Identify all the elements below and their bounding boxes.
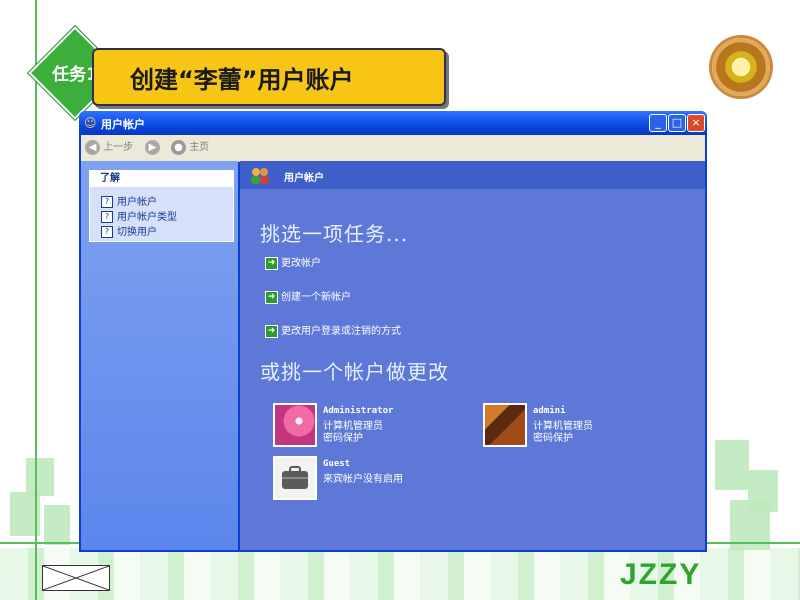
brand-logo: JZZY <box>620 558 702 591</box>
link-label: 切换用户 <box>117 227 157 238</box>
link-user-accounts[interactable]: ? 用户帐户 <box>101 193 157 208</box>
deco-square <box>44 505 70 545</box>
help-icon: ? <box>101 211 113 223</box>
task-change-logon[interactable]: ➜ 更改用户登录或注销的方式 <box>265 322 401 338</box>
task-label: 更改帐户 <box>281 258 321 269</box>
back-label: 上一步 <box>103 142 134 153</box>
forward-icon: ▶ <box>145 139 160 155</box>
learn-heading: 了解 <box>90 171 233 187</box>
link-account-types[interactable]: ? 用户帐户类型 <box>101 208 177 223</box>
account-guest[interactable]: Guest 来宾帐户没有启用 <box>273 456 443 500</box>
right-pane: 用户帐户 挑选一项任务... ➜ 更改帐户 ➜ 创建一个新帐户 ➜ 更改用户登录或注销… <box>240 161 705 550</box>
link-switch-user[interactable]: ? 切换用户 <box>101 223 157 238</box>
home-icon: ● <box>171 139 186 155</box>
chess-avatar-icon <box>483 403 527 447</box>
close-box <box>42 565 110 591</box>
medal-icon <box>712 38 770 96</box>
pane-header: 用户帐户 <box>240 161 705 189</box>
home-label: 主页 <box>189 142 210 153</box>
account-type: 来宾帐户没有启用 <box>323 474 403 485</box>
account-status: 密码保护 <box>323 433 363 444</box>
link-label: 用户帐户 <box>117 197 157 208</box>
pick-account-heading: 或挑一个帐户做更改 <box>260 360 449 384</box>
deco-square <box>715 440 749 490</box>
deco-square <box>26 458 54 496</box>
window-titlebar[interactable]: ☺ 用户帐户 _ □ × <box>79 111 707 135</box>
link-label: 用户帐户类型 <box>117 212 177 223</box>
account-administrator[interactable]: Administrator 计算机管理员 密码保护 <box>273 403 433 447</box>
user-accounts-icon: ☺ <box>84 116 97 130</box>
task-label: 创建一个新帐户 <box>281 292 351 303</box>
maximize-button[interactable]: □ <box>668 114 686 132</box>
window-title: 用户帐户 <box>101 118 145 131</box>
forward-button[interactable]: ▶ <box>145 139 160 157</box>
vertical-rule <box>35 0 37 600</box>
task-label: 更改用户登录或注销的方式 <box>281 326 401 337</box>
back-icon: ◀ <box>85 139 100 155</box>
back-button[interactable]: ◀ 上一步 <box>85 139 133 157</box>
task-create-account[interactable]: ➜ 创建一个新帐户 <box>265 288 351 304</box>
minimize-button[interactable]: _ <box>649 114 667 132</box>
arrow-icon: ➜ <box>265 290 278 304</box>
account-name: Administrator <box>323 406 394 416</box>
account-admini[interactable]: admini 计算机管理员 密码保护 <box>483 403 643 447</box>
pick-task-heading: 挑选一项任务... <box>260 222 409 246</box>
learn-card: 了解 ? 用户帐户 ? 用户帐户类型 ? 切换用户 <box>89 170 234 242</box>
pane-header-title: 用户帐户 <box>284 173 324 184</box>
close-button[interactable]: × <box>687 114 705 132</box>
account-name: Guest <box>323 459 351 469</box>
toolbar: ◀ 上一步 ▶ ● 主页 <box>81 135 705 162</box>
flower-avatar-icon <box>273 403 317 447</box>
user-accounts-window: ☺ 用户帐户 _ □ × ◀ 上一步 ▶ ● 主页 了解 ? 用户帐户 ? 用户帐户… <box>79 111 707 552</box>
help-icon: ? <box>101 226 113 238</box>
task-change-account[interactable]: ➜ 更改帐户 <box>265 254 321 270</box>
account-status: 密码保护 <box>533 433 573 444</box>
briefcase-avatar-icon <box>273 456 317 500</box>
arrow-icon: ➜ <box>265 324 278 338</box>
arrow-icon: ➜ <box>265 256 278 270</box>
help-icon: ? <box>101 196 113 208</box>
left-pane: 了解 ? 用户帐户 ? 用户帐户类型 ? 切换用户 <box>81 161 238 550</box>
slide-title: 创建“李蕾”用户账户 <box>130 66 354 94</box>
account-name: admini <box>533 406 566 416</box>
user-accounts-icon <box>251 168 269 184</box>
home-button[interactable]: ● 主页 <box>171 139 209 157</box>
